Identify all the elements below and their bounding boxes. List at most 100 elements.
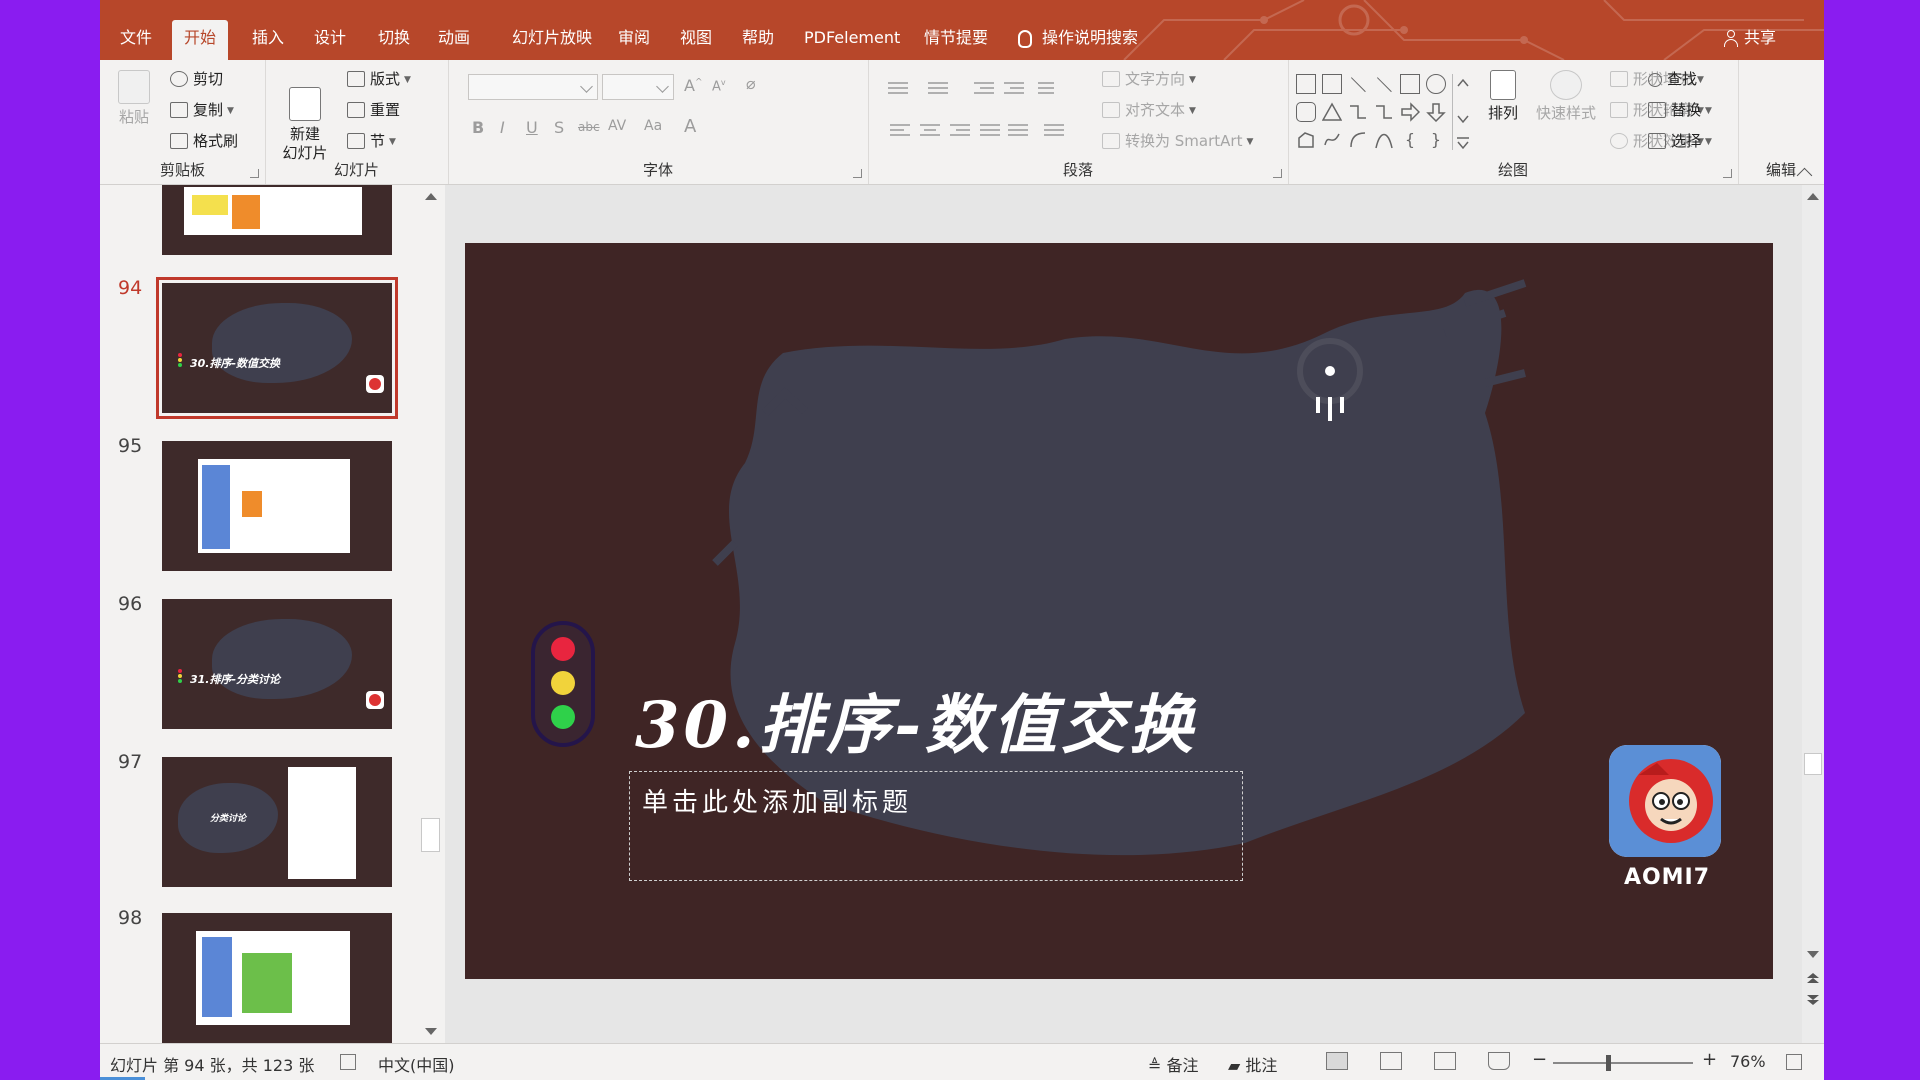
freeform-shape-icon[interactable] <box>1296 130 1316 150</box>
numbering-icon[interactable] <box>928 80 948 96</box>
layout-button[interactable]: 版式 ▼ <box>347 68 411 89</box>
fit-to-window-icon[interactable] <box>1786 1054 1802 1070</box>
spell-check-icon[interactable] <box>340 1054 356 1070</box>
tab-6[interactable]: 幻灯片放映 <box>500 20 604 60</box>
slide-thumbnail-97[interactable]: 分类讨论 <box>162 757 392 887</box>
align-center-icon[interactable] <box>920 122 940 138</box>
grow-font-icon[interactable]: A^ <box>684 76 703 95</box>
select-button[interactable]: 选择 ▼ <box>1648 130 1712 151</box>
tab-2[interactable]: 插入 <box>240 20 296 60</box>
current-slide[interactable]: 30.排序-数值交换 单击此处添加副标题 AOMI7 <box>465 243 1773 979</box>
slide-thumbnail-98[interactable] <box>162 913 392 1043</box>
italic-icon[interactable]: I <box>500 118 505 137</box>
find-button[interactable]: 查找 <box>1648 68 1697 89</box>
zoom-slider-thumb[interactable] <box>1606 1055 1612 1071</box>
replace-button[interactable]: 替换 ▼ <box>1648 99 1712 120</box>
tab-10[interactable]: PDFelement <box>792 20 912 60</box>
align-left-icon[interactable] <box>890 122 910 138</box>
bold-icon[interactable]: B <box>472 118 484 137</box>
tell-me-search[interactable]: 操作说明搜索 <box>1018 20 1138 56</box>
left-brace-shape-icon[interactable]: { <box>1400 130 1420 150</box>
scroll-thumb[interactable] <box>421 818 440 852</box>
zoom-in-icon[interactable]: + <box>1702 1049 1717 1070</box>
notes-button[interactable]: ≜ 备注 <box>1148 1052 1199 1076</box>
rounded-rect-shape-icon[interactable] <box>1296 102 1316 122</box>
tab-8[interactable]: 视图 <box>668 20 724 60</box>
char-spacing-icon[interactable]: AV <box>608 118 626 134</box>
language-status[interactable]: 中文(中国) <box>378 1052 455 1076</box>
vertical-textbox-shape-icon[interactable] <box>1322 74 1342 94</box>
justify-icon[interactable] <box>980 122 1000 138</box>
arrange-button[interactable]: 排列 <box>1480 70 1526 123</box>
tab-4[interactable]: 切换 <box>366 20 422 60</box>
slide-thumbnail-93[interactable] <box>162 185 392 255</box>
dialog-launcher-icon[interactable] <box>1723 169 1732 178</box>
strikethrough-icon[interactable]: abc <box>578 120 600 134</box>
clear-format-icon[interactable]: ⌀ <box>746 74 756 93</box>
scroll-up-icon[interactable] <box>425 193 437 200</box>
increase-indent-icon[interactable] <box>1004 80 1024 96</box>
tab-11[interactable]: 情节提要 <box>912 20 1000 60</box>
tab-1[interactable]: 开始 <box>172 20 229 60</box>
thumbnails-scrollbar[interactable] <box>418 185 445 1043</box>
dialog-launcher-icon[interactable] <box>250 169 259 178</box>
normal-view-icon[interactable] <box>1326 1052 1348 1070</box>
convert-smartart-button[interactable]: 转换为 SmartArt ▼ <box>1102 130 1253 151</box>
rectangle-shape-icon[interactable] <box>1400 74 1420 94</box>
previous-slide-icon[interactable] <box>1807 973 1819 983</box>
slide-thumbnail-96[interactable]: 31.排序-分类讨论 <box>162 599 392 729</box>
tab-5[interactable]: 动画 <box>426 20 482 60</box>
slide-sorter-view-icon[interactable] <box>1380 1052 1402 1070</box>
change-case-icon[interactable]: Aa <box>644 118 662 134</box>
copy-button[interactable]: 复制 ▼ <box>170 99 234 120</box>
line-spacing-icon[interactable] <box>1034 80 1054 96</box>
cut-button[interactable]: 剪切 <box>170 68 223 89</box>
oval-shape-icon[interactable] <box>1426 74 1446 94</box>
tab-9[interactable]: 帮助 <box>730 20 786 60</box>
bullets-icon[interactable] <box>888 80 908 96</box>
reset-button[interactable]: 重置 <box>347 99 400 120</box>
share-button[interactable]: 共享 <box>1724 20 1776 56</box>
scroll-down-icon[interactable] <box>425 1028 437 1035</box>
underline-icon[interactable]: U <box>526 118 538 137</box>
slideshow-view-icon[interactable] <box>1488 1052 1510 1070</box>
columns-icon[interactable] <box>1044 122 1064 138</box>
tab-7[interactable]: 审阅 <box>606 20 662 60</box>
slide-title[interactable]: 30.排序-数值交换 <box>635 674 1197 766</box>
zoom-slider[interactable] <box>1553 1055 1693 1071</box>
textbox-shape-icon[interactable] <box>1296 74 1316 94</box>
align-text-button[interactable]: 对齐文本 ▼ <box>1102 99 1196 120</box>
slide-thumbnail-94[interactable]: 30.排序-数值交换 <box>156 277 398 419</box>
slide-thumbnail-95[interactable] <box>162 441 392 571</box>
paste-button[interactable]: 粘贴 <box>114 70 154 127</box>
triangle-shape-icon[interactable] <box>1321 102 1343 122</box>
font-name-combo[interactable] <box>468 74 598 100</box>
shadow-icon[interactable]: S <box>554 118 564 137</box>
tab-0[interactable]: 文件 <box>108 20 164 60</box>
right-brace-shape-icon[interactable]: } <box>1426 130 1446 150</box>
tab-3[interactable]: 设计 <box>302 20 358 60</box>
font-size-combo[interactable] <box>602 74 674 100</box>
gallery-more-icon[interactable] <box>1452 74 1472 150</box>
next-slide-icon[interactable] <box>1807 995 1819 1005</box>
elbow-connector-shape-icon[interactable] <box>1348 102 1368 122</box>
slide-scrollbar[interactable] <box>1802 185 1824 1043</box>
dialog-launcher-icon[interactable] <box>853 169 862 178</box>
scribble-shape-icon[interactable] <box>1322 130 1342 150</box>
down-arrow-shape-icon[interactable] <box>1426 102 1446 123</box>
curve-shape-icon[interactable] <box>1374 130 1394 150</box>
right-arrow-shape-icon[interactable] <box>1400 102 1421 122</box>
scroll-up-icon[interactable] <box>1807 193 1819 200</box>
line-shape-icon[interactable] <box>1350 77 1366 93</box>
scroll-down-icon[interactable] <box>1807 951 1819 958</box>
elbow-arrow-shape-icon[interactable] <box>1374 102 1394 122</box>
shapes-gallery[interactable]: { } <box>1296 72 1474 152</box>
text-direction-button[interactable]: 文字方向 ▼ <box>1102 68 1196 89</box>
align-right-icon[interactable] <box>950 122 970 138</box>
arc-shape-icon[interactable] <box>1348 130 1368 150</box>
arrow-shape-icon[interactable] <box>1376 77 1392 93</box>
subtitle-placeholder[interactable]: 单击此处添加副标题 <box>629 771 1243 881</box>
format-painter-button[interactable]: 格式刷 <box>170 130 238 151</box>
reading-view-icon[interactable] <box>1434 1052 1456 1070</box>
shrink-font-icon[interactable]: Av <box>712 78 726 94</box>
